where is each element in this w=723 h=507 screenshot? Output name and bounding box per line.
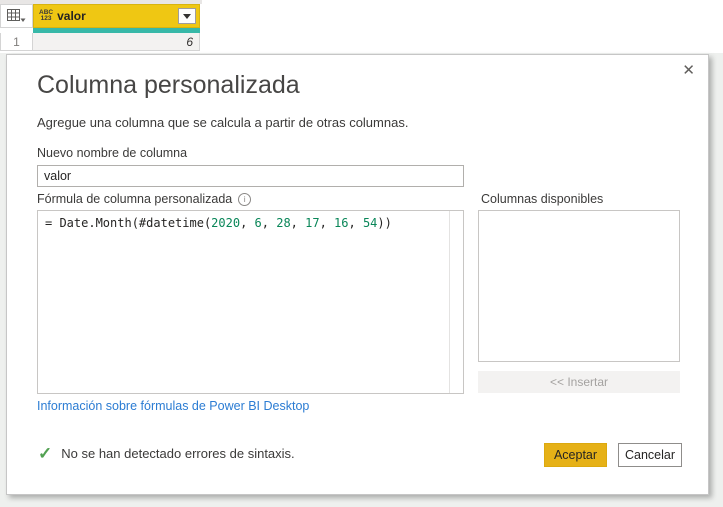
syntax-status: ✓ No se han detectado errores de sintaxi… bbox=[38, 445, 295, 462]
formula-token: , bbox=[240, 216, 255, 230]
formula-label-row: Fórmula de columna personalizada i bbox=[37, 192, 252, 206]
available-columns-label: Columnas disponibles bbox=[481, 192, 604, 206]
data-type-icon[interactable]: ABC 123 bbox=[39, 9, 53, 23]
data-preview-strip: ABC 123 valor 1 6 bbox=[0, 0, 723, 53]
row-number: 1 bbox=[0, 33, 33, 51]
formula-token: , bbox=[290, 216, 306, 230]
formula-token-number: 28 bbox=[276, 216, 291, 230]
column-header-valor[interactable]: ABC 123 valor bbox=[33, 4, 200, 28]
formula-token: , bbox=[348, 216, 363, 230]
formula-scrollbar[interactable] bbox=[449, 211, 463, 393]
formula-token: )) bbox=[377, 216, 392, 230]
formula-token-number: 2020 bbox=[211, 216, 241, 230]
formula-label: Fórmula de columna personalizada bbox=[37, 192, 233, 206]
close-icon[interactable]: ✕ bbox=[682, 62, 695, 80]
table-corner-button[interactable] bbox=[0, 4, 33, 28]
table-grid-icon bbox=[7, 9, 26, 22]
new-column-name-input[interactable] bbox=[37, 165, 464, 187]
custom-column-dialog: ✕ Columna personalizada Agregue una colu… bbox=[6, 54, 709, 495]
dialog-subtitle: Agregue una columna que se calcula a par… bbox=[37, 115, 409, 130]
table-cell-value[interactable]: 6 bbox=[33, 33, 200, 51]
syntax-status-text: No se han detectado errores de sintaxis. bbox=[61, 446, 295, 461]
insert-button[interactable]: << Insertar bbox=[478, 371, 680, 393]
column-name: valor bbox=[57, 9, 86, 23]
formula-token: , bbox=[261, 216, 277, 230]
formula-expression: = Date.Month(#datetime(2020, 6, 28, 17, … bbox=[45, 216, 392, 230]
formula-token-number: 17 bbox=[305, 216, 320, 230]
info-icon[interactable]: i bbox=[238, 192, 252, 206]
new-column-name-label: Nuevo nombre de columna bbox=[37, 146, 188, 160]
checkmark-icon: ✓ bbox=[38, 444, 53, 463]
accept-button[interactable]: Aceptar bbox=[544, 443, 607, 467]
cancel-button[interactable]: Cancelar bbox=[618, 443, 682, 467]
formula-token: , bbox=[319, 216, 335, 230]
formula-token-number: 6 bbox=[254, 216, 262, 230]
power-query-editor: ABC 123 valor 1 6 ✕ Columna personalizad… bbox=[0, 0, 723, 507]
formula-token-number: 54 bbox=[362, 216, 378, 230]
available-columns-list[interactable] bbox=[478, 210, 680, 362]
formula-help-link[interactable]: Información sobre fórmulas de Power BI D… bbox=[37, 399, 309, 413]
formula-token: = Date.Month(#datetime( bbox=[45, 216, 212, 230]
type-icon-line-123: 123 bbox=[40, 15, 52, 22]
dialog-title: Columna personalizada bbox=[37, 71, 300, 99]
column-filter-button[interactable] bbox=[178, 8, 196, 24]
dropdown-caret-icon bbox=[183, 13, 191, 19]
formula-token-number: 16 bbox=[334, 216, 349, 230]
formula-editor[interactable]: = Date.Month(#datetime(2020, 6, 28, 17, … bbox=[37, 210, 464, 394]
